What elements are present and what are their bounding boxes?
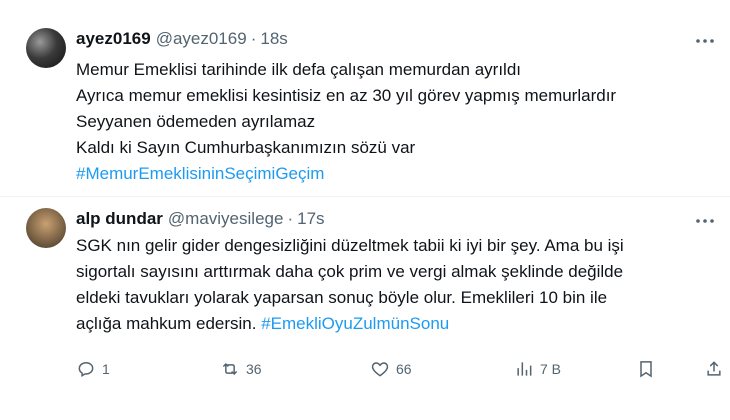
views-button[interactable]: 7 B bbox=[514, 358, 561, 380]
share-icon bbox=[704, 359, 724, 379]
share-button[interactable] bbox=[704, 358, 724, 380]
tweet-text: SGK nın gelir gider dengesizliğini düzel… bbox=[76, 233, 716, 337]
tweet-header: alp dundar @maviyesilege · 17s bbox=[76, 208, 325, 230]
retweet-icon bbox=[220, 359, 240, 379]
separator: · bbox=[287, 209, 294, 228]
reply-count: 1 bbox=[102, 361, 110, 377]
tweet-line: Memur Emeklisi tarihinde ilk defa çalışa… bbox=[76, 60, 522, 79]
hashtag-link[interactable]: #EmekliOyuZulmünSonu bbox=[261, 314, 449, 333]
handle[interactable]: @ayez0169 bbox=[156, 29, 247, 49]
separator: · bbox=[250, 29, 257, 48]
retweet-button[interactable]: 36 bbox=[220, 358, 262, 380]
avatar[interactable] bbox=[26, 28, 66, 68]
tweet-text: Memur Emeklisi tarihinde ilk defa çalışa… bbox=[76, 57, 716, 187]
tweet[interactable]: alp dundar @maviyesilege · 17s SGK nın g… bbox=[0, 197, 730, 420]
more-icon[interactable] bbox=[694, 30, 716, 52]
action-bar: 1 36 66 7 B bbox=[76, 358, 726, 380]
timestamp[interactable]: 18s bbox=[260, 29, 287, 49]
views-icon bbox=[514, 359, 534, 379]
tweet-line: eldeki tavukları yolarak yaparsan sonuç … bbox=[76, 288, 608, 307]
reply-icon bbox=[76, 359, 96, 379]
display-name[interactable]: alp dundar bbox=[76, 209, 163, 229]
like-count: 66 bbox=[396, 361, 412, 377]
handle[interactable]: @maviyesilege bbox=[168, 209, 284, 229]
tweet-line: açlığa mahkum edersin. #EmekliOyuZulmünS… bbox=[76, 311, 716, 337]
reply-button[interactable]: 1 bbox=[76, 358, 110, 380]
bookmark-button[interactable] bbox=[636, 358, 656, 380]
more-icon[interactable] bbox=[694, 210, 716, 232]
tweet-line: sigortalı sayısını arttırmak daha çok pr… bbox=[76, 262, 624, 281]
tweet[interactable]: ayez0169 @ayez0169 · 18s Memur Emeklisi … bbox=[0, 0, 730, 196]
timestamp[interactable]: 17s bbox=[297, 209, 324, 229]
tweet-line: Ayrıca memur emeklisi kesintisiz en az 3… bbox=[76, 86, 617, 105]
tweet-line: SGK nın gelir gider dengesizliğini düzel… bbox=[76, 236, 624, 255]
tweet-line-text: açlığa mahkum edersin. bbox=[76, 314, 262, 333]
tweet-header: ayez0169 @ayez0169 · 18s bbox=[76, 28, 288, 50]
hashtag-link[interactable]: #MemurEmeklisininSeçimiGeçim bbox=[76, 161, 716, 187]
display-name[interactable]: ayez0169 bbox=[76, 29, 151, 49]
like-icon bbox=[370, 359, 390, 379]
avatar[interactable] bbox=[26, 208, 66, 248]
bookmark-icon bbox=[636, 359, 656, 379]
views-count: 7 B bbox=[540, 361, 562, 377]
retweet-count: 36 bbox=[246, 361, 262, 377]
tweet-line: Seyyanen ödemeden ayrılamaz bbox=[76, 112, 316, 131]
like-button[interactable]: 66 bbox=[370, 358, 412, 380]
tweet-line: Kaldı ki Sayın Cumhurbaşkanımızın sözü v… bbox=[76, 138, 416, 157]
